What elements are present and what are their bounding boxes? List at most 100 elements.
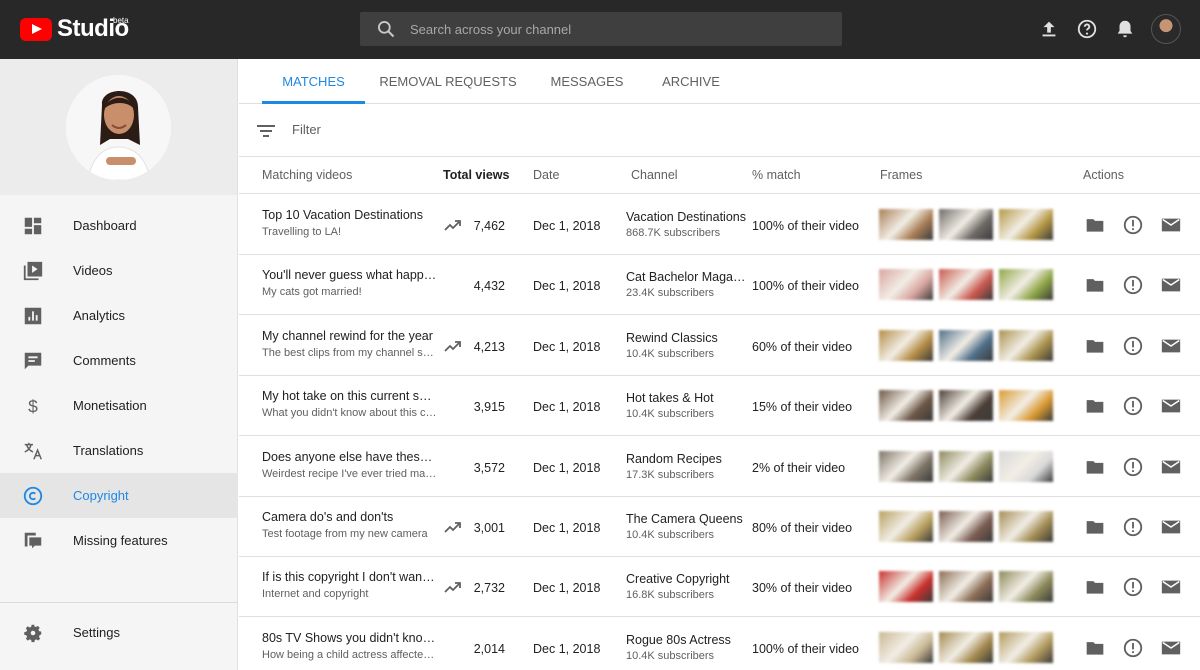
mail-icon[interactable] — [1160, 637, 1182, 659]
frame-thumbnail[interactable] — [939, 631, 993, 663]
video-title[interactable]: Top 10 Vacation Destinations — [262, 208, 437, 222]
table-row[interactable]: Top 10 Vacation Destinations Travelling t… — [239, 195, 1200, 255]
mail-icon[interactable] — [1160, 576, 1182, 598]
sidebar-item-translations[interactable]: Translations — [0, 428, 238, 473]
video-title[interactable]: If is this copyright I don't want to — [262, 570, 437, 584]
frame-thumbnail[interactable] — [999, 329, 1053, 361]
sidebar-item-settings[interactable]: Settings — [0, 610, 238, 655]
folder-icon[interactable] — [1084, 576, 1106, 598]
match-date: Dec 1, 2018 — [533, 581, 601, 596]
header-match[interactable]: % match — [752, 168, 801, 182]
frame-thumbnail[interactable] — [879, 269, 933, 301]
mail-icon[interactable] — [1160, 456, 1182, 478]
folder-icon[interactable] — [1084, 395, 1106, 417]
account-avatar[interactable] — [1151, 14, 1181, 44]
channel-name[interactable]: Vacation Destinations — [626, 210, 746, 224]
sidebar-item-label: Missing features — [73, 533, 168, 548]
frame-thumbnail[interactable] — [879, 209, 933, 240]
frame-thumbnail[interactable] — [939, 269, 993, 301]
header-channel[interactable]: Channel — [631, 168, 678, 182]
channel-name[interactable]: Rogue 80s Actress — [626, 633, 746, 647]
alert-icon[interactable] — [1122, 576, 1144, 598]
alert-icon[interactable] — [1122, 516, 1144, 538]
alert-icon[interactable] — [1122, 335, 1144, 357]
video-title[interactable]: My channel rewind for the year — [262, 329, 437, 343]
video-title[interactable]: Does anyone else have these weird — [262, 450, 437, 464]
table-row[interactable]: My hot take on this current social What y… — [239, 376, 1200, 437]
studio-logo[interactable]: Studio beta — [20, 14, 129, 44]
table-row[interactable]: Camera do's and don'ts Test footage from … — [239, 497, 1200, 557]
frame-thumbnail[interactable] — [879, 631, 933, 663]
frame-thumbnail[interactable] — [999, 390, 1053, 422]
folder-icon[interactable] — [1084, 637, 1106, 659]
filter-icon[interactable] — [257, 122, 277, 140]
channel-name[interactable]: Random Recipes — [626, 452, 746, 466]
mail-icon[interactable] — [1160, 516, 1182, 538]
header-total-views[interactable]: Total views — [443, 168, 509, 182]
frame-thumbnail[interactable] — [879, 329, 933, 361]
header-date[interactable]: Date — [533, 168, 559, 182]
mail-icon[interactable] — [1160, 214, 1182, 236]
sidebar-item-comments[interactable]: Comments — [0, 338, 238, 383]
sidebar-item-analytics[interactable]: Analytics — [0, 293, 238, 338]
sidebar-item-videos[interactable]: Videos — [0, 248, 238, 293]
frame-thumbnail[interactable] — [879, 390, 933, 422]
frame-thumbnail[interactable] — [999, 450, 1053, 482]
alert-icon[interactable] — [1122, 214, 1144, 236]
frame-thumbnail[interactable] — [999, 511, 1053, 542]
frame-thumbnail[interactable] — [999, 631, 1053, 663]
tab-messages[interactable]: MESSAGES — [542, 59, 632, 104]
table-row[interactable]: 80s TV Shows you didn't know were How bei… — [239, 618, 1200, 670]
mail-icon[interactable] — [1160, 274, 1182, 296]
folder-icon[interactable] — [1084, 456, 1106, 478]
sidebar-item-dashboard[interactable]: Dashboard — [0, 203, 238, 248]
help-icon[interactable] — [1076, 18, 1098, 40]
frame-thumbnail[interactable] — [999, 269, 1053, 301]
table-row[interactable]: If is this copyright I don't want to Inte… — [239, 557, 1200, 618]
tab-removal-requests[interactable]: REMOVAL REQUESTS — [379, 59, 517, 104]
alert-icon[interactable] — [1122, 274, 1144, 296]
channel-name[interactable]: Cat Bachelor Magazine — [626, 270, 746, 284]
folder-icon[interactable] — [1084, 274, 1106, 296]
frame-thumbnail[interactable] — [939, 511, 993, 542]
folder-icon[interactable] — [1084, 335, 1106, 357]
video-title[interactable]: You'll never guess what happened — [262, 268, 437, 282]
channel-name[interactable]: The Camera Queens — [626, 512, 746, 526]
frame-thumbnail[interactable] — [999, 209, 1053, 240]
video-title[interactable]: Camera do's and don'ts — [262, 510, 437, 524]
alert-icon[interactable] — [1122, 637, 1144, 659]
frame-thumbnail[interactable] — [879, 511, 933, 542]
channel-name[interactable]: Creative Copyright — [626, 572, 746, 586]
frame-thumbnail[interactable] — [879, 571, 933, 603]
channel-name[interactable]: Hot takes & Hot — [626, 391, 746, 405]
sidebar-item-monetisation[interactable]: $ Monetisation — [0, 383, 238, 428]
frame-thumbnail[interactable] — [939, 450, 993, 482]
frame-thumbnail[interactable] — [939, 390, 993, 422]
video-title[interactable]: 80s TV Shows you didn't know were — [262, 631, 437, 645]
frame-thumbnail[interactable] — [939, 329, 993, 361]
filter-bar[interactable]: Filter — [239, 105, 1200, 157]
frame-thumbnail[interactable] — [879, 450, 933, 482]
channel-avatar[interactable] — [66, 75, 171, 180]
channel-name[interactable]: Rewind Classics — [626, 331, 746, 345]
sidebar-item-copyright[interactable]: Copyright — [0, 473, 238, 518]
alert-icon[interactable] — [1122, 456, 1144, 478]
folder-icon[interactable] — [1084, 214, 1106, 236]
alert-icon[interactable] — [1122, 395, 1144, 417]
search-input[interactable]: Search across your channel — [360, 12, 842, 46]
mail-icon[interactable] — [1160, 395, 1182, 417]
sidebar-item-missing-features[interactable]: Missing features — [0, 518, 238, 563]
frame-thumbnail[interactable] — [999, 571, 1053, 603]
tab-archive[interactable]: ARCHIVE — [657, 59, 725, 104]
upload-icon[interactable] — [1038, 18, 1060, 40]
table-row[interactable]: Does anyone else have these weird Weirdes… — [239, 437, 1200, 497]
tab-matches[interactable]: MATCHES — [262, 59, 365, 104]
video-title[interactable]: My hot take on this current social — [262, 389, 437, 403]
mail-icon[interactable] — [1160, 335, 1182, 357]
table-row[interactable]: You'll never guess what happened My cats … — [239, 255, 1200, 316]
bell-icon[interactable] — [1114, 18, 1136, 40]
frame-thumbnail[interactable] — [939, 571, 993, 603]
folder-icon[interactable] — [1084, 516, 1106, 538]
frame-thumbnail[interactable] — [939, 209, 993, 240]
table-row[interactable]: My channel rewind for the year The best c… — [239, 316, 1200, 376]
